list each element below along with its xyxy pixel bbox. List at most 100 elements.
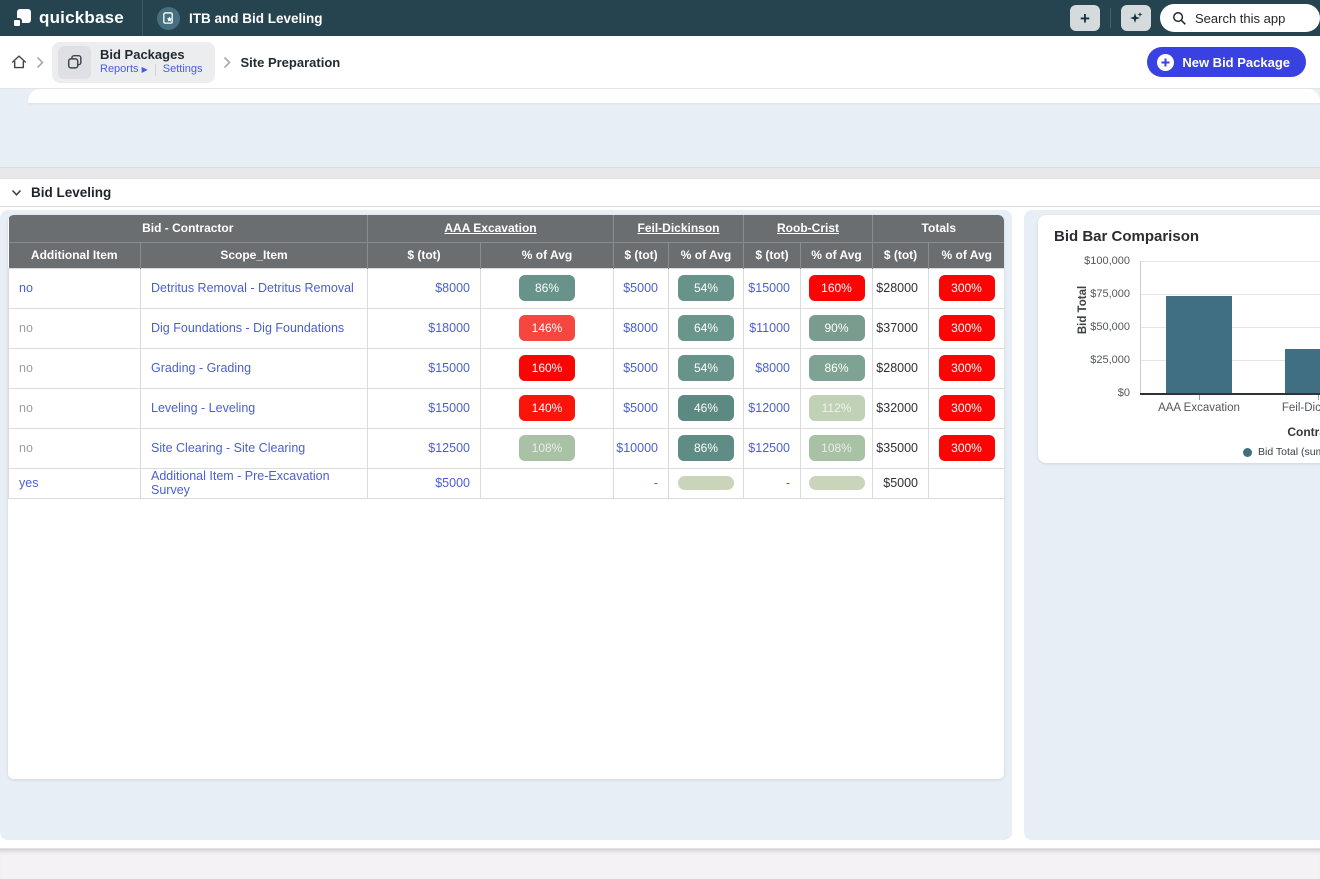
pct-of-avg-cell: 160%: [481, 348, 614, 388]
app-home-link[interactable]: ITB and Bid Leveling: [143, 7, 337, 30]
column-header: $ (tot): [873, 242, 929, 268]
scope-item-cell: Detritus Removal - Detritus Removal: [141, 268, 368, 308]
gridline: [1140, 261, 1320, 262]
scope-item-link[interactable]: Grading - Grading: [151, 361, 251, 375]
pct-of-avg-cell: 54%: [669, 348, 744, 388]
scope-item-cell: Additional Item - Pre-Excavation Survey: [141, 468, 368, 498]
upper-card-edge: [28, 89, 1320, 103]
pct-of-avg-cell: 86%: [801, 348, 873, 388]
y-axis-tick-label: $25,000: [1038, 354, 1130, 366]
x-axis-tick-label: AAA Excavation: [1134, 402, 1264, 414]
new-bid-package-button[interactable]: New Bid Package: [1147, 47, 1306, 77]
quickbase-logo[interactable]: quickbase: [0, 0, 142, 36]
additional-item-value: no: [19, 401, 33, 415]
bid-amount-cell: $5000: [368, 468, 481, 498]
search-icon: [1172, 11, 1187, 26]
pct-of-avg-badge: 300%: [939, 395, 995, 421]
app-header: quickbase ITB and Bid Leveling + Search …: [0, 0, 1320, 36]
pct-of-avg-badge: 140%: [519, 395, 575, 421]
pct-of-avg-badge: 54%: [678, 275, 734, 301]
additional-item-cell: yes: [9, 468, 141, 498]
sparkles-icon: [1128, 10, 1144, 26]
column-group-header: Bid - Contractor: [9, 215, 368, 242]
scope-item-link[interactable]: Additional Item - Pre-Excavation Survey: [151, 469, 330, 497]
bid-amount-cell: $15000: [368, 388, 481, 428]
pct-of-avg-cell: 90%: [801, 308, 873, 348]
bid-amount-cell: $35000: [873, 428, 929, 468]
caret-right-icon: ▶: [142, 65, 148, 74]
table-row: no Detritus Removal - Detritus Removal $80…: [9, 268, 1005, 308]
bid-amount-cell: $8000: [368, 268, 481, 308]
breadcrumb-page-name: Site Preparation: [241, 55, 341, 70]
column-group-header[interactable]: AAA Excavation: [368, 215, 614, 242]
bid-amount-cell: $5000: [873, 468, 929, 498]
bid-amount-cell: $12500: [368, 428, 481, 468]
bid-amount-cell: $37000: [873, 308, 929, 348]
pct-of-avg-cell: [669, 468, 744, 498]
bid-amount-cell: $11000: [744, 308, 801, 348]
column-header: % of Avg: [801, 242, 873, 268]
bid-table-card: Bid - ContractorAAA ExcavationFeil-Dicki…: [8, 215, 1004, 779]
home-icon[interactable]: [10, 53, 28, 71]
breadcrumb-table-chip[interactable]: Bid Packages Reports ▶ Settings: [52, 42, 215, 83]
y-axis-line: [1140, 261, 1141, 393]
x-axis-tick-label: Feil-Dickinson: [1253, 402, 1320, 414]
topbar-action-divider: [1110, 8, 1111, 28]
scope-item-cell: Site Clearing - Site Clearing: [141, 428, 368, 468]
scope-item-link[interactable]: Site Clearing - Site Clearing: [151, 441, 305, 455]
add-button[interactable]: +: [1070, 5, 1100, 31]
search-input[interactable]: Search this app: [1160, 4, 1320, 32]
pct-of-avg-badge: 108%: [519, 435, 575, 461]
column-group-header[interactable]: Feil-Dickinson: [614, 215, 744, 242]
scope-item-link[interactable]: Leveling - Leveling: [151, 401, 255, 415]
bar-aaa-excavation[interactable]: [1166, 296, 1232, 393]
scope-item-link[interactable]: Dig Foundations - Dig Foundations: [151, 321, 344, 335]
pct-of-avg-cell: 300%: [929, 308, 1004, 348]
pct-of-avg-cell: 46%: [669, 388, 744, 428]
section-panels: Bid - ContractorAAA ExcavationFeil-Dicki…: [0, 207, 1320, 840]
y-axis-tick-label: $75,000: [1038, 288, 1130, 300]
bid-amount-cell: $8000: [744, 348, 801, 388]
pct-of-avg-cell: 146%: [481, 308, 614, 348]
bar-feil-dickinson[interactable]: [1285, 349, 1320, 393]
additional-item-value: no: [19, 441, 33, 455]
breadcrumb-table-name[interactable]: Bid Packages: [100, 47, 203, 63]
column-header: $ (tot): [368, 242, 481, 268]
pct-of-avg-badge: 86%: [519, 275, 575, 301]
pct-of-avg-cell: 300%: [929, 348, 1004, 388]
quickbase-logo-icon: [13, 9, 32, 28]
pct-of-avg-cell: 300%: [929, 428, 1004, 468]
pct-of-avg-cell: 300%: [929, 388, 1004, 428]
column-group-header[interactable]: Roob-Crist: [744, 215, 873, 242]
bid-amount-cell: $8000: [614, 308, 669, 348]
pct-of-avg-badge: 300%: [939, 275, 995, 301]
pct-of-avg-cell: 108%: [801, 428, 873, 468]
section-title: Bid Leveling: [31, 185, 111, 200]
pct-of-avg-cell: 54%: [669, 268, 744, 308]
pct-of-avg-badge: 300%: [939, 315, 995, 341]
pct-of-avg-badge: 90%: [809, 315, 865, 341]
pct-of-avg-cell: 112%: [801, 388, 873, 428]
section-header[interactable]: Bid Leveling: [0, 179, 1320, 207]
y-axis-tick-label: $50,000: [1038, 321, 1130, 333]
pct-of-avg-badge: 160%: [809, 275, 865, 301]
bid-bar-comparison-chart: Bid Bar ComparisonBid Total$0$25,000$50,…: [1038, 215, 1320, 463]
pct-of-avg-badge: 86%: [678, 435, 734, 461]
column-header: % of Avg: [481, 242, 614, 268]
additional-item-cell: no: [9, 308, 141, 348]
settings-link[interactable]: Settings: [163, 63, 203, 77]
bid-amount-cell: $5000: [614, 268, 669, 308]
scope-item-cell: Dig Foundations - Dig Foundations: [141, 308, 368, 348]
pct-of-avg-cell: [801, 468, 873, 498]
pct-of-avg-cell: 160%: [801, 268, 873, 308]
scope-item-link[interactable]: Detritus Removal - Detritus Removal: [151, 281, 354, 295]
bid-amount-cell: $5000: [614, 388, 669, 428]
pct-of-avg-cell: 86%: [481, 268, 614, 308]
ai-assistant-button[interactable]: [1121, 5, 1151, 31]
bid-amount-cell: $12000: [744, 388, 801, 428]
pct-of-avg-badge: 64%: [678, 315, 734, 341]
additional-item-value[interactable]: no: [19, 281, 33, 295]
reports-menu[interactable]: Reports ▶: [100, 63, 148, 77]
additional-item-value[interactable]: yes: [19, 476, 38, 490]
additional-item-value: no: [19, 361, 33, 375]
